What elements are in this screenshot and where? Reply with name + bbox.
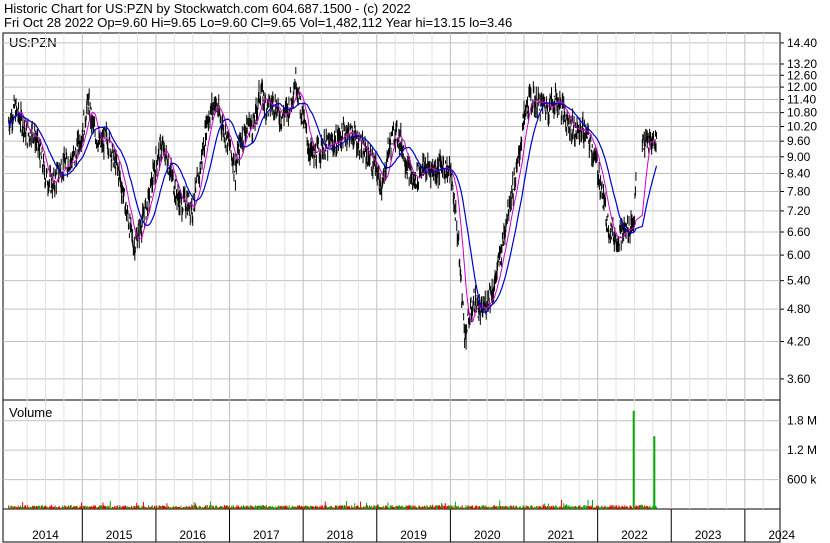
price-tick-label: 10.20 xyxy=(787,119,817,133)
price-tick-label: 9.60 xyxy=(787,134,811,148)
price-tick-label: 6.00 xyxy=(787,248,811,262)
year-label: 2016 xyxy=(179,528,206,542)
year-label: 2015 xyxy=(106,528,133,542)
price-series xyxy=(8,67,658,350)
price-axis-ticks: 14.4013.2012.6012.0011.4010.8010.209.609… xyxy=(780,36,817,386)
quote-summary: Fri Oct 28 2022 Op=9.60 Hi=9.65 Lo=9.60 … xyxy=(4,15,512,30)
price-tick-label: 4.80 xyxy=(787,302,811,316)
year-label: 2018 xyxy=(327,528,354,542)
year-label: 2019 xyxy=(400,528,427,542)
price-tick-label: 4.20 xyxy=(787,335,811,349)
year-label: 2021 xyxy=(547,528,574,542)
price-tick-label: 11.40 xyxy=(787,93,816,107)
price-tick-label: 7.20 xyxy=(787,204,811,218)
grid-lines xyxy=(3,33,780,509)
price-tick-label: 5.40 xyxy=(787,274,811,288)
volume-bars xyxy=(8,410,658,509)
volume-tick-label: 1.2 M xyxy=(787,443,817,457)
year-label: 2014 xyxy=(32,528,59,542)
year-label: 2023 xyxy=(695,528,722,542)
year-label: 2022 xyxy=(621,528,648,542)
year-label: 2024 xyxy=(768,528,795,542)
price-tick-label: 9.00 xyxy=(787,150,811,164)
price-tick-label: 14.40 xyxy=(787,36,817,50)
price-tick-label: 8.40 xyxy=(787,167,811,181)
volume-axis-ticks: 1.8 M 1.2 M 600 k xyxy=(787,414,817,487)
year-axis-ticks: 2014 2015 2016 2017 2018 2019 2020 2021 2022 2023… xyxy=(32,509,795,542)
volume-tick-label: 1.8 M xyxy=(787,414,817,428)
year-label: 2017 xyxy=(253,528,280,542)
volume-tick-label: 600 k xyxy=(787,473,817,487)
chart-title: Historic Chart for US:PZN by Stockwatch.… xyxy=(4,1,411,16)
price-tick-label: 10.80 xyxy=(787,106,817,120)
price-tick-label: 3.60 xyxy=(787,372,811,386)
price-tick-label: 7.80 xyxy=(787,185,811,199)
price-tick-label: 6.60 xyxy=(787,225,811,239)
year-label: 2020 xyxy=(474,528,501,542)
stock-chart: Historic Chart for US:PZN by Stockwatch.… xyxy=(2,1,817,543)
